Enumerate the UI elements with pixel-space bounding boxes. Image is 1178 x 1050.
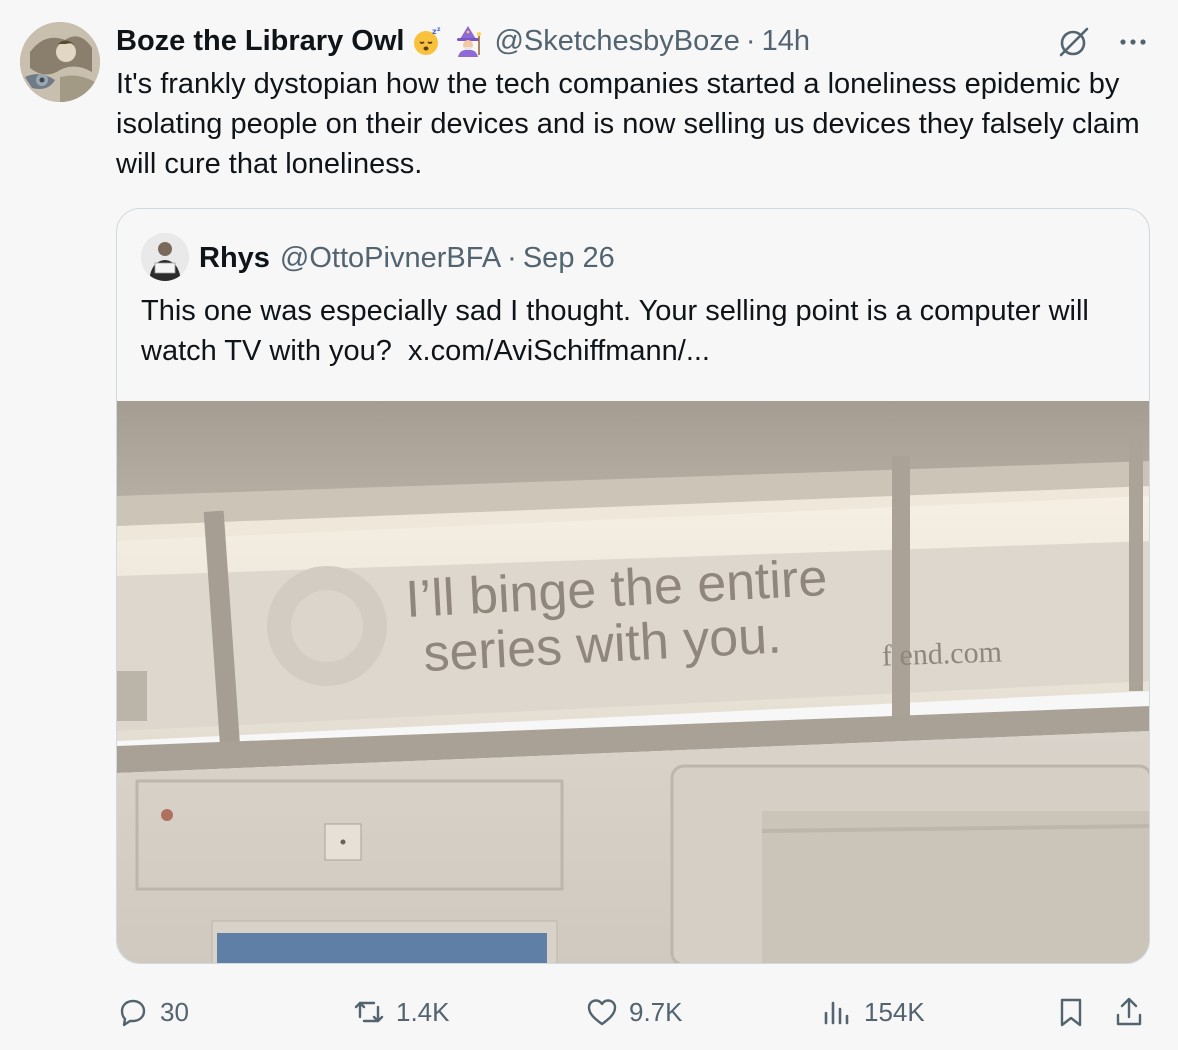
repost-button[interactable]: 1.4K: [352, 990, 450, 1034]
quote-image[interactable]: I’ll binge the entire series with you. f…: [117, 401, 1149, 963]
quote-text-block: This one was especially sad I thought. Y…: [141, 291, 1131, 371]
views-button[interactable]: 154K: [820, 990, 925, 1034]
quote-tweet[interactable]: Rhys @OttoPivnerBFA · Sep 26 This one wa…: [116, 208, 1150, 964]
repost-count: 1.4K: [396, 997, 450, 1027]
separator: ·: [745, 24, 756, 57]
views-count: 154K: [864, 997, 925, 1027]
quote-header: Rhys @OttoPivnerBFA · Sep 26: [199, 239, 615, 277]
timestamp[interactable]: 14h: [762, 25, 810, 58]
quote-author-name[interactable]: Rhys: [199, 242, 270, 275]
quote-separator: ·: [507, 241, 517, 274]
author-name[interactable]: Boze the Library Owl: [116, 25, 404, 58]
share-button[interactable]: [1112, 990, 1156, 1034]
mage-icon: [452, 25, 484, 57]
like-icon: [587, 999, 617, 1026]
reply-icon: [120, 999, 146, 1027]
reply-button[interactable]: 30: [116, 990, 189, 1034]
repost-icon: [354, 1001, 384, 1023]
grok-icon[interactable]: [1056, 24, 1092, 60]
views-icon: [824, 1001, 849, 1025]
bookmark-icon: [1060, 998, 1082, 1027]
avatar[interactable]: [20, 22, 100, 102]
tweet-header: Boze the Library Owl z z @SketchesbyBoze…: [116, 22, 810, 60]
quote-avatar[interactable]: [141, 233, 189, 281]
more-icon[interactable]: [1116, 25, 1150, 59]
action-bar: 30 1.4K 9.7K 154K: [116, 990, 1150, 1034]
tweet-text: It's frankly dystopian how the tech comp…: [116, 68, 1140, 180]
author-handle[interactable]: @SketchesbyBoze: [494, 25, 739, 58]
like-button[interactable]: 9.7K: [585, 990, 683, 1034]
share-icon: [1116, 997, 1142, 1026]
sleeping-face-icon: z z: [412, 25, 444, 57]
quote-author-handle[interactable]: @OttoPivnerBFA: [280, 242, 501, 275]
quote-date[interactable]: Sep 26: [523, 242, 615, 275]
tweet-top-actions: [1056, 24, 1150, 60]
ad-brand: f end.com: [881, 635, 1002, 672]
reply-count: 30: [160, 997, 189, 1027]
quote-link[interactable]: x.com/AviSchiffmann/...: [408, 335, 710, 367]
bookmark-button[interactable]: [1054, 990, 1098, 1034]
like-count: 9.7K: [629, 997, 683, 1027]
svg-text:z: z: [437, 26, 441, 33]
